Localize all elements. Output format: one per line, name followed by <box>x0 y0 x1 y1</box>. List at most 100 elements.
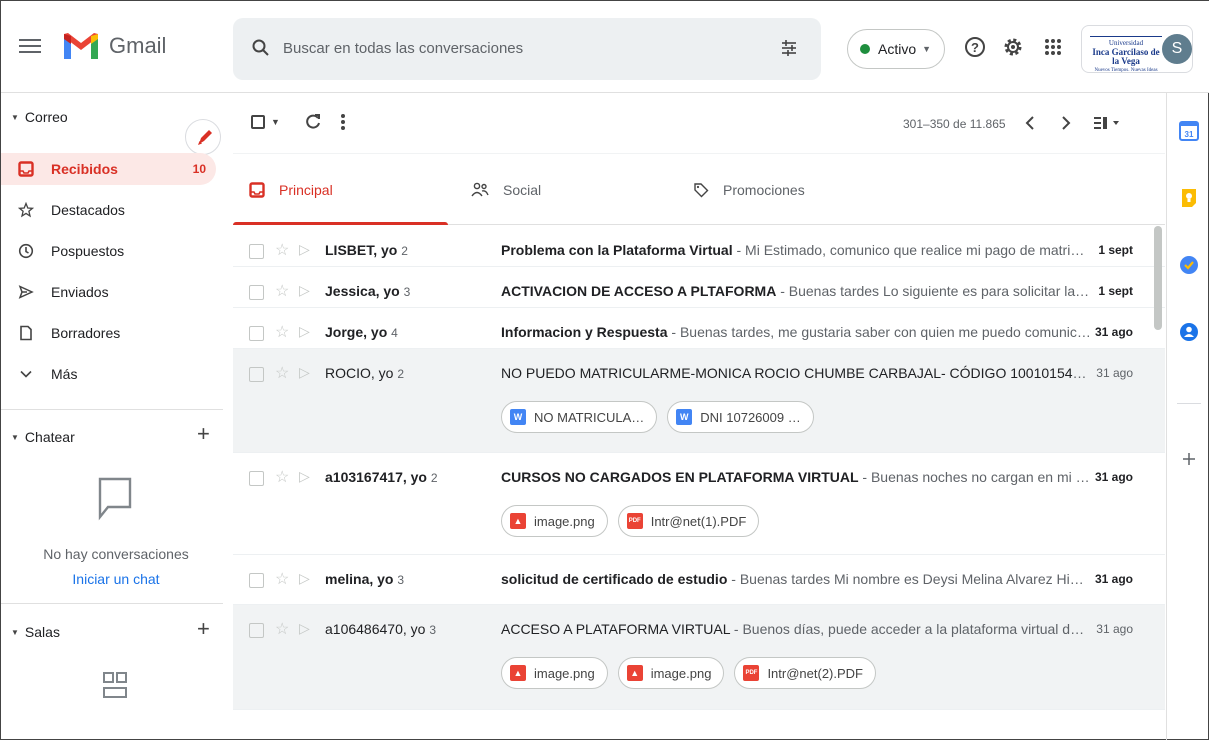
attachment-chip[interactable]: ▲ image.png <box>617 657 725 689</box>
email-snippet: - Buenos días, puede acceder a la plataf… <box>730 621 1091 637</box>
select-all-checkbox[interactable] <box>251 115 265 129</box>
rooms-section-toggle[interactable]: ▼ Salas <box>11 624 60 640</box>
tab-principal[interactable]: Principal <box>249 154 449 226</box>
row-checkbox[interactable] <box>249 244 264 259</box>
email-row[interactable]: ☆ ▷ a103167417, yo 2 CURSOS NO CARGADOS … <box>233 453 1165 555</box>
email-row[interactable]: ☆ ▷ Jessica, yo 3 ACTIVACION DE ACCESO A… <box>233 267 1165 308</box>
star-icon[interactable]: ☆ <box>275 240 289 260</box>
sidebar-divider <box>1 603 223 604</box>
email-subject: Problema con la Plataforma Virtual <box>501 242 733 258</box>
email-row[interactable]: ☆ ▷ Jorge, yo 4 Informacion y Respuesta … <box>233 308 1165 349</box>
tasks-icon[interactable] <box>1179 255 1199 275</box>
row-checkbox[interactable] <box>249 573 264 588</box>
star-icon[interactable]: ☆ <box>275 322 289 342</box>
chat-empty-text: No hay conversaciones <box>43 546 189 562</box>
status-dropdown[interactable]: Activo ▼ <box>847 29 945 69</box>
tab-social[interactable]: Social <box>471 154 671 226</box>
account-switcher[interactable]: Universidad Inca Garcilaso de la Vega Nu… <box>1081 25 1193 73</box>
row-checkbox[interactable] <box>249 326 264 341</box>
row-checkbox[interactable] <box>249 471 264 486</box>
add-addon-plus-icon[interactable] <box>1179 449 1199 469</box>
search-input[interactable] <box>283 36 763 60</box>
sender-name: Jessica, yo <box>325 283 400 299</box>
email-snippet: - Buenas tardes, me gustaria saber con q… <box>667 324 1091 340</box>
svg-text:?: ? <box>971 40 979 55</box>
scrollbar-thumb[interactable] <box>1154 226 1162 330</box>
importance-marker-icon[interactable]: ▷ <box>299 323 310 340</box>
sidebar-item-more[interactable]: Más <box>1 358 216 390</box>
importance-marker-icon[interactable]: ▷ <box>299 282 310 299</box>
avatar[interactable]: S <box>1162 34 1192 64</box>
main-menu-icon[interactable] <box>19 37 41 55</box>
contacts-icon[interactable] <box>1179 322 1199 342</box>
more-vert-icon[interactable] <box>339 112 347 132</box>
new-chat-plus-icon[interactable]: + <box>197 421 210 447</box>
star-icon[interactable]: ☆ <box>275 281 289 301</box>
keep-icon[interactable] <box>1179 188 1199 208</box>
attachment-chip[interactable]: ▲ image.png <box>501 505 608 537</box>
email-date: 31 ago <box>1096 366 1133 380</box>
email-row[interactable]: ☆ ▷ a106486470, yo 3 ACCESO A PLATAFORMA… <box>233 605 1165 710</box>
select-caret-icon[interactable]: ▼ <box>271 117 280 127</box>
sidebar-item-label: Más <box>51 366 78 382</box>
new-room-plus-icon[interactable]: + <box>197 616 210 642</box>
star-icon[interactable]: ☆ <box>275 467 289 487</box>
split-pane-icon[interactable] <box>1093 113 1121 133</box>
attachment-chip[interactable]: W DNI 10726009 … <box>667 401 814 433</box>
importance-marker-icon[interactable]: ▷ <box>299 241 310 258</box>
search-options-icon[interactable] <box>779 38 799 58</box>
gmail-logo-icon[interactable] <box>61 31 101 61</box>
email-subject: Informacion y Respuesta <box>501 324 668 340</box>
help-icon[interactable]: ? <box>963 35 987 59</box>
triangle-down-icon: ▼ <box>11 112 19 122</box>
row-checkbox[interactable] <box>249 367 264 382</box>
star-icon[interactable]: ☆ <box>275 619 289 639</box>
row-checkbox[interactable] <box>249 285 264 300</box>
calendar-icon[interactable]: 31 <box>1179 121 1199 141</box>
compose-button[interactable] <box>185 119 221 155</box>
attachment-chip[interactable]: ▲ image.png <box>501 657 608 689</box>
word-file-icon: W <box>676 409 693 425</box>
attachment-name: image.png <box>534 665 595 681</box>
row-checkbox[interactable] <box>249 623 264 638</box>
sidebar-item-label: Destacados <box>51 202 125 218</box>
newer-page-chevron-right-icon[interactable] <box>1059 113 1073 133</box>
attachment-chip[interactable]: W NO MATRICULA… <box>501 401 658 433</box>
older-page-chevron-left-icon[interactable] <box>1023 113 1037 133</box>
attachment-name: DNI 10726009 … <box>700 409 801 425</box>
importance-marker-icon[interactable]: ▷ <box>299 620 310 637</box>
sender-name: LISBET, yo <box>325 242 398 258</box>
pdf-file-icon: PDF <box>626 513 643 529</box>
tab-promociones[interactable]: Promociones <box>693 154 893 226</box>
attachment-chip[interactable]: PDF Intr@net(2).PDF <box>734 657 876 689</box>
attachment-chip[interactable]: PDF Intr@net(1).PDF <box>617 505 760 537</box>
status-dot-icon <box>860 44 870 54</box>
settings-gear-icon[interactable] <box>1001 35 1025 59</box>
start-chat-link[interactable]: Iniciar un chat <box>21 571 211 587</box>
sidebar-item-inbox[interactable]: Recibidos 10 <box>1 153 216 185</box>
star-icon[interactable]: ☆ <box>275 363 289 383</box>
pencil-icon <box>198 130 212 145</box>
sidebar-item-starred[interactable]: Destacados <box>1 194 216 226</box>
thread-count: 3 <box>403 285 411 299</box>
importance-marker-icon[interactable]: ▷ <box>299 364 310 381</box>
email-row[interactable]: ☆ ▷ melina, yo 3 solicitud de certificad… <box>233 555 1165 605</box>
sidebar-item-drafts[interactable]: Borradores <box>1 317 216 349</box>
sidebar-item-snoozed[interactable]: Pospuestos <box>1 235 216 267</box>
email-sender: a103167417, yo 2 <box>325 469 438 485</box>
attachment-chips: W NO MATRICULA… W DNI 10726009 … <box>501 401 824 433</box>
importance-marker-icon[interactable]: ▷ <box>299 570 310 587</box>
email-row[interactable]: ☆ ▷ LISBET, yo 2 Problema con la Platafo… <box>233 226 1165 267</box>
chat-section-toggle[interactable]: ▼ Chatear <box>11 429 75 445</box>
email-list: ☆ ▷ LISBET, yo 2 Problema con la Platafo… <box>233 226 1165 710</box>
thread-count: 3 <box>429 623 437 637</box>
mail-section-toggle[interactable]: ▼ Correo <box>11 109 68 125</box>
search-bar <box>233 18 821 80</box>
refresh-icon[interactable] <box>303 112 323 132</box>
sidebar-item-sent[interactable]: Enviados <box>1 276 216 308</box>
importance-marker-icon[interactable]: ▷ <box>299 468 310 485</box>
email-row[interactable]: ☆ ▷ ROCIO, yo 2 NO PUEDO MATRICULARME-MO… <box>233 349 1165 453</box>
apps-grid-icon[interactable] <box>1041 35 1065 59</box>
search-icon[interactable] <box>251 38 271 58</box>
star-icon[interactable]: ☆ <box>275 569 289 589</box>
